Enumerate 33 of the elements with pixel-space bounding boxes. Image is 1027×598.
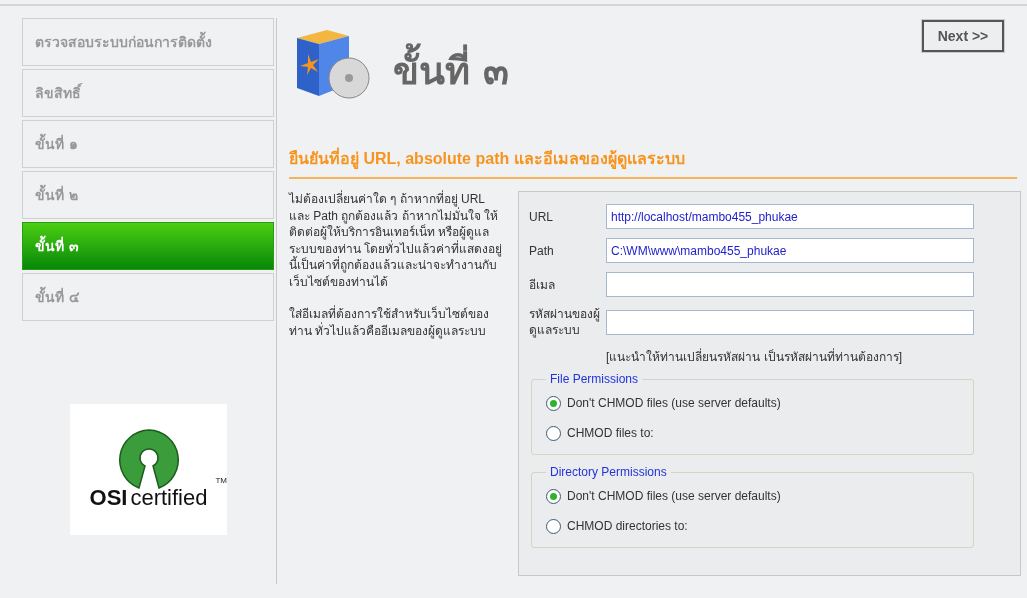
input-field[interactable]: http://localhost/mambo455_phukae xyxy=(606,204,974,229)
sidebar-step[interactable]: ขั้นที่ ๒ xyxy=(22,171,274,219)
logo-name: OSI xyxy=(89,485,128,511)
logo-tagline: certified xyxy=(130,485,208,511)
section-title: ยืนยันที่อยู่ URL, absolute path และอีเมลของผู้ดูแลระบบ xyxy=(289,146,1017,179)
radio-label: CHMOD files to: xyxy=(567,426,654,440)
trademark-mark: TM xyxy=(215,476,227,485)
next-button[interactable]: Next >> xyxy=(922,20,1004,52)
hint-text: [แนะนำให้ท่านเปลี่ยนรหัสผ่าน เป็นรหัสผ่านที่ท่านต้องการ] xyxy=(606,347,903,366)
field-label: Path xyxy=(529,242,555,259)
group-legend: Directory Permissions xyxy=(546,465,671,479)
radio-button[interactable] xyxy=(546,488,561,504)
sidebar-step[interactable]: ตรวจสอบระบบก่อนการติดตั้ง xyxy=(22,18,274,66)
input-field[interactable] xyxy=(606,309,974,335)
field-label: อีเมล xyxy=(529,276,556,293)
radio-button[interactable] xyxy=(546,518,561,534)
sidebar-step[interactable]: ขั้นที่ ๔ xyxy=(22,273,274,321)
group-legend: File Permissions xyxy=(546,372,643,386)
radio-label: Don't CHMOD files (use server defaults) xyxy=(567,489,781,503)
input-field[interactable] xyxy=(606,272,974,297)
sidebar-step[interactable]: ลิขสิทธิ์ xyxy=(22,69,274,117)
radio-label: CHMOD directories to: xyxy=(567,519,688,533)
description-text: ไม่ต้องเปลี่ยนค่าใด ๆ ถ้าหากที่อยู่ URL และ Path ถูกต้องแล้ว ถ้าหากไม่มั่นใจ ให้ติดต่อผู้ให้บริการอินเทอร์เน็ท หรือผู้ดูแลระบบของท่าน โดยทั่วไปแล้วค่าที่แสดงอยู่นี้เป็นค่าที่ถูกต้องแล้วและน่าจะทำงานกับเว็บไซต์ของท่านได้ xyxy=(289,191,504,290)
field-label: URL xyxy=(529,208,554,225)
radio-label: Don't CHMOD files (use server defaults) xyxy=(567,396,781,410)
sidebar-step[interactable]: ขั้นที่ ๓ xyxy=(22,222,274,270)
step-title: ขั้นที่ ๓ xyxy=(393,40,922,101)
description-text: ใส่อีเมลที่ต้องการใช้สำหรับเว็บไซต์ของท่าน ทั่วไปแล้วคืออีเมลของผู้ดูแลระบบ xyxy=(289,306,490,339)
radio-button[interactable] xyxy=(546,425,561,441)
field-label: รหัสผ่านของผู้ดูแลระบบ xyxy=(529,306,601,338)
sidebar-step[interactable]: ขั้นที่ ๑ xyxy=(22,120,274,168)
input-field[interactable]: C:\WM\www\mambo455_phukae xyxy=(606,238,974,263)
radio-button[interactable] xyxy=(546,395,561,411)
